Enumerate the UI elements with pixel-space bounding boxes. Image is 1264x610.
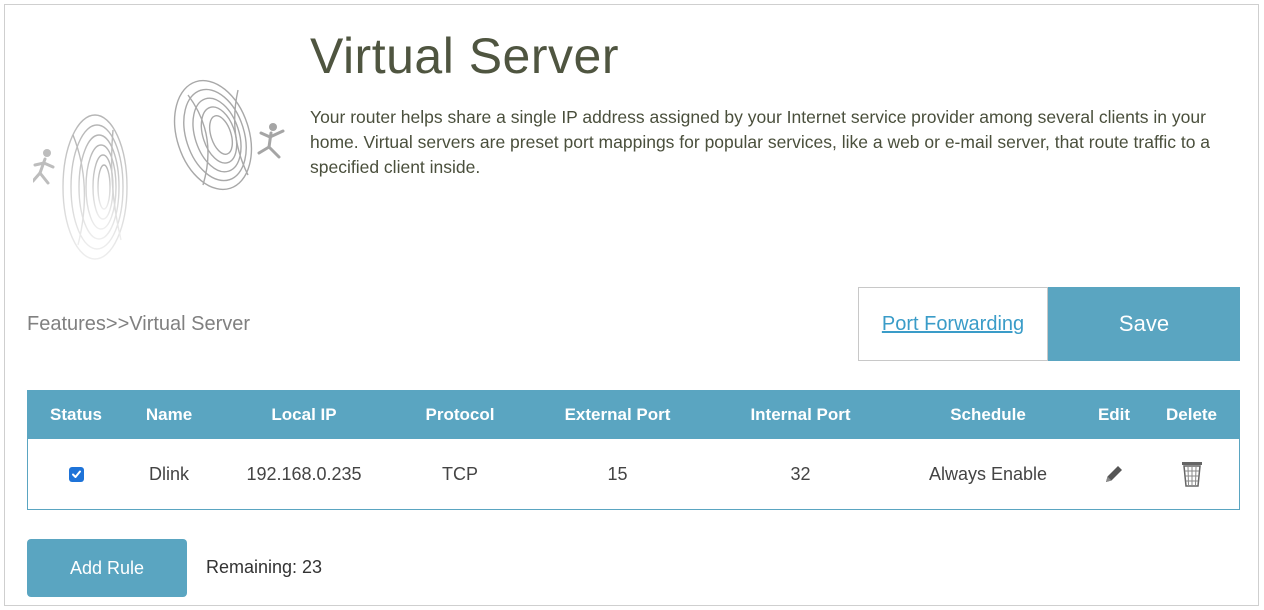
- delete-cell: [1144, 439, 1239, 509]
- rule-local-ip: 192.168.0.235: [246, 463, 362, 484]
- col-delete: Delete: [1165, 405, 1218, 424]
- trash-icon[interactable]: [1180, 460, 1204, 488]
- rule-external-port: 15: [607, 463, 628, 484]
- rule-schedule: Always Enable: [928, 463, 1048, 484]
- pencil-icon[interactable]: [1102, 462, 1126, 486]
- col-external-port: External Port: [564, 405, 671, 424]
- port-forwarding-box: Port Forwarding: [858, 287, 1048, 361]
- col-status: Status: [50, 405, 102, 424]
- save-button[interactable]: Save: [1048, 287, 1240, 361]
- table-row: Dlink 192.168.0.235 TCP 15 32 Always Ena…: [28, 439, 1239, 509]
- add-rule-button[interactable]: Add Rule: [27, 539, 187, 597]
- rule-protocol: TCP: [442, 463, 478, 484]
- remaining-count: Remaining: 23: [206, 557, 323, 577]
- portal-runner-illustration: [33, 79, 285, 260]
- col-protocol: Protocol: [425, 405, 495, 424]
- page-description: Your router helps share a single IP addr…: [310, 107, 1211, 177]
- port-forwarding-link[interactable]: Port Forwarding: [882, 313, 1024, 336]
- page-frame: Virtual Server Your router helps share a…: [4, 4, 1259, 606]
- virtual-server-table: Status Name Local IP Protocol External P…: [27, 390, 1240, 510]
- status-cell: [28, 439, 124, 509]
- col-schedule: Schedule: [950, 405, 1026, 424]
- breadcrumb: Features>>Virtual Server: [27, 313, 251, 335]
- table-header: Status Name Local IP Protocol External P…: [28, 391, 1239, 439]
- col-edit: Edit: [1097, 405, 1131, 424]
- col-internal-port: Internal Port: [750, 405, 851, 424]
- status-checkbox[interactable]: [68, 466, 84, 482]
- page-title: Virtual Server: [310, 28, 619, 84]
- rule-name: Dlink: [148, 463, 189, 484]
- col-name: Name: [145, 405, 193, 424]
- edit-cell: [1084, 439, 1144, 509]
- check-icon: [71, 470, 81, 478]
- col-local-ip: Local IP: [271, 405, 337, 424]
- rule-internal-port: 32: [790, 463, 811, 484]
